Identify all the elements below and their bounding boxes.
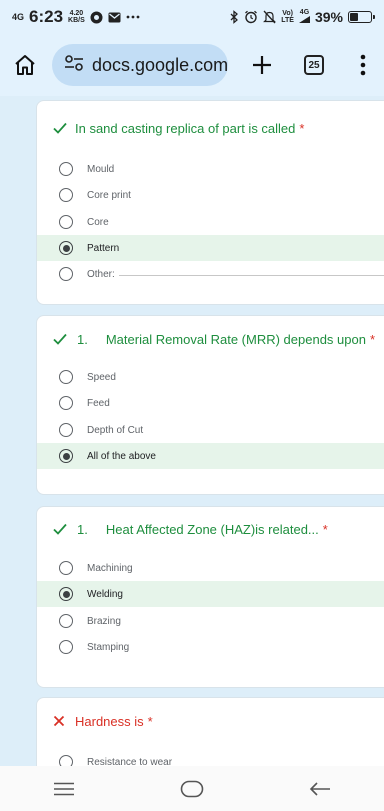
menu-lines-icon [54, 782, 74, 795]
question-number: 1. [77, 331, 88, 347]
option-welding[interactable]: Welding [37, 581, 384, 607]
question-card: Hardness is * Resistance to wear [36, 697, 384, 766]
option-label: Core [87, 216, 109, 228]
tune-icon[interactable] [64, 54, 84, 77]
home-icon [15, 55, 35, 75]
radio-button-selected[interactable] [59, 587, 73, 601]
tab-switcher-button[interactable]: 25 [294, 45, 334, 85]
option-label: Speed [87, 371, 116, 383]
question-card: 1. Heat Affected Zone (HAZ)is related...… [36, 506, 384, 688]
option-mould[interactable]: Mould [37, 156, 384, 182]
system-nav-bar [0, 766, 384, 811]
option-pattern[interactable]: Pattern [37, 235, 384, 261]
option-other[interactable]: Other: [37, 261, 384, 287]
more-notifications-icon [126, 15, 140, 19]
bluetooth-icon [230, 10, 239, 24]
option-label: Core print [87, 189, 131, 201]
status-bar: 4G 6:23 4.20 KB/S Vo) LTE 4G 39% [0, 0, 384, 34]
option-label: Mould [87, 163, 115, 175]
option-core-print[interactable]: Core print [37, 182, 384, 208]
url-text: docs.google.com [92, 54, 229, 75]
check-icon [53, 333, 69, 345]
form-content[interactable]: In sand casting replica of part is calle… [0, 96, 384, 766]
address-bar[interactable]: docs.google.com [52, 44, 228, 86]
browser-menu-button[interactable] [348, 45, 378, 85]
option-depth-of-cut[interactable]: Depth of Cut [37, 417, 384, 443]
option-label: Machining [87, 562, 133, 574]
signal-indicator: 4G [298, 9, 310, 25]
option-label: Depth of Cut [87, 424, 144, 436]
option-label: Welding [87, 588, 123, 600]
radio-button-selected[interactable] [59, 449, 73, 463]
option-all-of-the-above[interactable]: All of the above [37, 443, 384, 469]
option-label: Feed [87, 397, 110, 409]
question-title: In sand casting replica of part is calle… [75, 120, 305, 136]
question-card: 1. Material Removal Rate (MRR) depends u… [36, 315, 384, 495]
other-text-field[interactable] [119, 275, 384, 276]
option-machining[interactable]: Machining [37, 555, 384, 581]
check-icon [53, 523, 69, 535]
radio-button[interactable] [59, 370, 73, 384]
radio-button[interactable] [59, 267, 73, 281]
option-label: Other: [87, 268, 115, 280]
question-header: 1. Heat Affected Zone (HAZ)is related...… [53, 519, 328, 539]
clock: 6:23 [29, 7, 64, 26]
new-tab-button[interactable] [242, 45, 282, 85]
battery-icon [348, 11, 375, 23]
option-label: Brazing [87, 615, 121, 627]
mute-icon [263, 10, 277, 24]
home-button[interactable] [2, 42, 48, 88]
plus-icon [253, 56, 271, 74]
radio-button[interactable] [59, 755, 73, 766]
option-label: Stamping [87, 641, 130, 653]
option-resistance-to-wear[interactable]: Resistance to wear [37, 749, 384, 766]
question-title: Hardness is * [75, 713, 153, 729]
alarm-icon [244, 10, 258, 24]
question-title: Material Removal Rate (MRR) depends upon… [105, 331, 376, 347]
volte-indicator: Vo) LTE [281, 10, 294, 24]
radio-button[interactable] [59, 215, 73, 229]
option-label: Pattern [87, 242, 120, 254]
back-button[interactable] [290, 769, 350, 809]
radio-button-selected[interactable] [59, 241, 73, 255]
notification-icon [90, 11, 103, 24]
home-pill-icon [180, 780, 204, 797]
question-number: 1. [77, 521, 88, 537]
mail-icon [108, 12, 121, 23]
tab-switcher-icon: 25 [304, 55, 324, 75]
radio-button[interactable] [59, 614, 73, 628]
question-card: In sand casting replica of part is calle… [36, 100, 384, 305]
radio-button[interactable] [59, 188, 73, 202]
recent-apps-button[interactable] [34, 769, 94, 809]
network-4g-indicator: 4G [12, 12, 25, 22]
radio-button[interactable] [59, 561, 73, 575]
home-nav-button[interactable] [162, 769, 222, 809]
radio-button[interactable] [59, 423, 73, 437]
radio-button[interactable] [59, 396, 73, 410]
question-title: Heat Affected Zone (HAZ)is related... * [105, 521, 328, 537]
browser-toolbar: docs.google.com 25 [0, 34, 384, 96]
option-label: All of the above [87, 450, 156, 462]
battery-percent: 39% [314, 9, 343, 25]
radio-button[interactable] [59, 640, 73, 654]
option-feed[interactable]: Feed [37, 390, 384, 416]
back-arrow-icon [309, 781, 330, 796]
radio-button[interactable] [59, 162, 73, 176]
network-speed: 4.20 KB/S [68, 10, 85, 24]
option-label: Resistance to wear [87, 756, 173, 767]
question-header: In sand casting replica of part is calle… [53, 118, 304, 138]
question-header: 1. Material Removal Rate (MRR) depends u… [53, 329, 375, 349]
check-icon [53, 122, 69, 134]
option-brazing[interactable]: Brazing [37, 608, 384, 634]
cross-icon [53, 715, 69, 727]
option-core[interactable]: Core [37, 209, 384, 235]
question-header: Hardness is * [53, 711, 153, 731]
more-vert-icon [360, 54, 366, 76]
option-stamping[interactable]: Stamping [37, 634, 384, 660]
option-speed[interactable]: Speed [37, 364, 384, 390]
